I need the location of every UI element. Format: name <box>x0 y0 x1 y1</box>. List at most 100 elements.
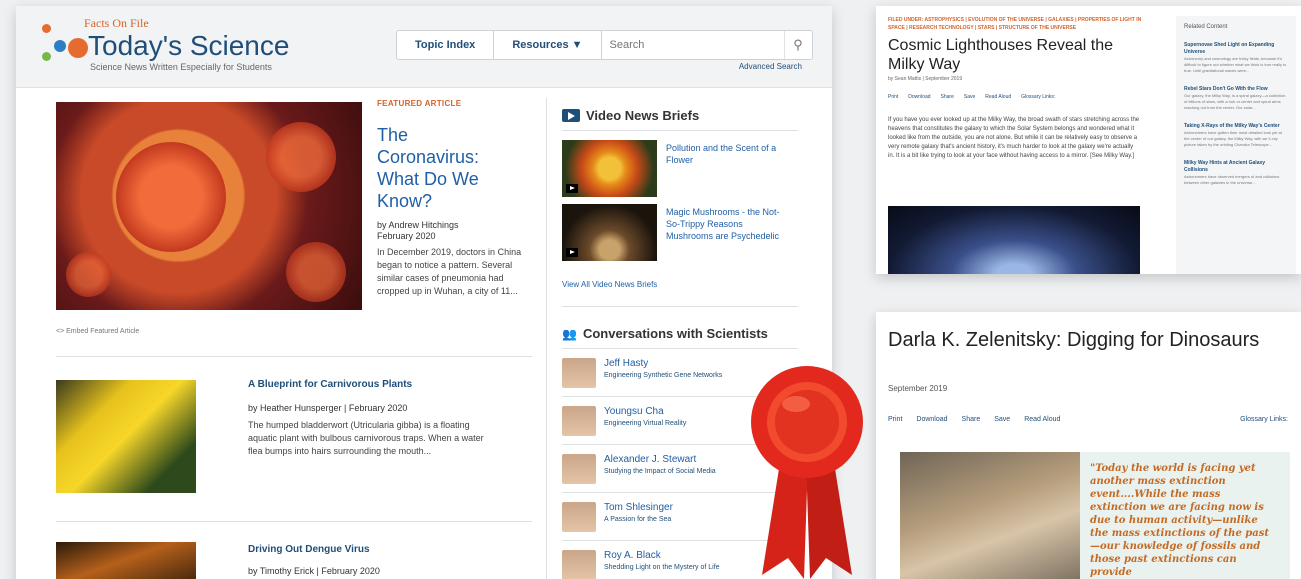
advanced-search-link[interactable]: Advanced Search <box>739 62 802 71</box>
article-title: Darla K. Zelenitsky: Digging for Dinosau… <box>888 329 1260 351</box>
search-box: ⚲ <box>601 31 812 59</box>
play-icon[interactable] <box>566 184 578 193</box>
video-news-heading-text: Video News Briefs <box>586 108 700 123</box>
glossary-links-toggle[interactable]: Glossary Links: <box>1021 94 1055 100</box>
scientist-topic[interactable]: Engineering Virtual Reality <box>604 418 686 429</box>
related-item[interactable]: Supernovae Shed Light on Expanding Unive… <box>1184 42 1288 74</box>
scientist-item[interactable]: Jeff Hasty Engineering Synthetic Gene Net… <box>562 358 722 388</box>
print-button[interactable]: Print <box>888 416 902 423</box>
related-snippet: Our galaxy, the Milky Way, is a spiral g… <box>1184 93 1286 110</box>
scientist-name[interactable]: Tom Shlesinger <box>604 502 673 514</box>
download-button[interactable]: Download <box>908 94 930 100</box>
brand-small: Facts On File <box>84 16 149 30</box>
site-title[interactable]: Today's Science <box>88 30 289 62</box>
related-snippet: Astronomy and cosmology are tricky field… <box>1184 56 1286 73</box>
featured-summary: In December 2019, doctors in China began… <box>377 247 522 296</box>
related-snippet: Astronomers have observed mergers of and… <box>1184 174 1280 185</box>
filed-under[interactable]: FILED UNDER: ASTROPHYSICS | EVOLUTION OF… <box>888 16 1148 32</box>
related-title[interactable]: Taking X-Rays of the Milky Way's Center <box>1184 123 1288 130</box>
download-button[interactable]: Download <box>916 416 947 423</box>
related-content-sidebar: Related Content Supernovae Shed Light on… <box>1176 16 1296 274</box>
play-icon[interactable] <box>566 248 578 257</box>
scientist-topic[interactable]: Shedding Light on the Mystery of Life <box>604 562 720 573</box>
video-title[interactable]: Magic Mushrooms - the Not-So-Trippy Reas… <box>666 206 792 242</box>
divider <box>562 348 798 349</box>
pull-quote: "Today the world is facing yet another m… <box>1090 463 1270 578</box>
featured-label: FEATURED ARTICLE <box>377 99 462 108</box>
featured-date: February 2020 <box>377 231 436 241</box>
related-snippet: Astronomers have gotten their most detai… <box>1184 130 1282 147</box>
conversations-heading-text: Conversations with Scientists <box>582 326 768 341</box>
article-toolbar: Print Download Share Save Read Aloud Glo… <box>888 94 1055 100</box>
scientist-topic[interactable]: A Passion for the Sea <box>604 514 673 525</box>
share-button[interactable]: Share <box>941 94 954 100</box>
print-button[interactable]: Print <box>888 94 898 100</box>
save-button[interactable]: Save <box>994 416 1010 423</box>
column-divider <box>546 98 547 579</box>
related-title[interactable]: Supernovae Shed Light on Expanding Unive… <box>1184 42 1288 56</box>
search-input[interactable] <box>601 31 784 59</box>
view-all-videos-link[interactable]: View All Video News Briefs <box>562 280 657 289</box>
video-thumbnail[interactable] <box>562 140 657 197</box>
logo-icon[interactable] <box>38 18 88 68</box>
video-title[interactable]: Pollution and the Scent of a Flower <box>666 142 792 166</box>
avatar <box>562 406 596 436</box>
article-summary: The humped bladderwort (Utricularia gibb… <box>248 420 484 456</box>
article-title: Cosmic Lighthouses Reveal the Milky Way <box>888 37 1114 73</box>
scientist-item[interactable]: Tom Shlesinger A Passion for the Sea <box>562 502 673 532</box>
scientist-name[interactable]: Jeff Hasty <box>604 358 722 370</box>
article-title[interactable]: Driving Out Dengue Virus <box>248 544 370 555</box>
site-header: Facts On File Today's Science Science Ne… <box>16 6 832 88</box>
galaxy-image <box>888 206 1140 274</box>
related-heading: Related Content <box>1184 24 1228 30</box>
scientist-photo <box>900 452 1080 579</box>
article-date: September 2019 <box>888 384 948 393</box>
related-title[interactable]: Rebel Stars Don't Go With the Flow <box>1184 86 1288 93</box>
search-icon[interactable]: ⚲ <box>783 31 812 59</box>
article-image-plants[interactable] <box>56 380 196 493</box>
divider <box>562 130 798 131</box>
scientist-item[interactable]: Roy A. Black Shedding Light on the Myster… <box>562 550 720 579</box>
article-title[interactable]: A Blueprint for Carnivorous Plants <box>248 379 412 390</box>
scientist-name[interactable]: Alexander J. Stewart <box>604 454 716 466</box>
featured-article-image[interactable] <box>56 102 362 310</box>
article-meta: by Heather Hunsperger | February 2020 <box>248 403 408 413</box>
read-aloud-button[interactable]: Read Aloud <box>985 94 1011 100</box>
featured-meta: by Andrew Hitchings February 2020 <box>377 220 459 242</box>
avatar <box>562 358 596 388</box>
main-page-panel: Facts On File Today's Science Science Ne… <box>16 6 832 579</box>
article-panel-milky-way: FILED UNDER: ASTROPHYSICS | EVOLUTION OF… <box>876 6 1301 274</box>
article-body: If you have you ever looked up at the Mi… <box>888 117 1140 159</box>
nav-resources[interactable]: Resources ▼ <box>494 31 602 59</box>
scientist-topic[interactable]: Studying the Impact of Social Media <box>604 466 716 477</box>
related-item[interactable]: Taking X-Rays of the Milky Way's Center A… <box>1184 123 1288 148</box>
featured-author: by Andrew Hitchings <box>377 220 459 230</box>
article-image-dengue[interactable] <box>56 542 196 579</box>
related-item[interactable]: Milky Way Hints at Ancient Galaxy Collis… <box>1184 160 1288 186</box>
divider <box>56 521 532 522</box>
scientist-item[interactable]: Youngsu Cha Engineering Virtual Reality <box>562 406 686 436</box>
read-aloud-button[interactable]: Read Aloud <box>1024 416 1060 423</box>
avatar <box>562 502 596 532</box>
share-button[interactable]: Share <box>962 416 981 423</box>
scientist-name[interactable]: Roy A. Black <box>604 550 720 562</box>
scientist-name[interactable]: Youngsu Cha <box>604 406 686 418</box>
award-ribbon-icon <box>751 366 863 579</box>
article-byline: by Sean Mattis | September 2019 <box>888 76 963 82</box>
glossary-links-toggle[interactable]: Glossary Links: <box>1240 416 1288 423</box>
related-item[interactable]: Rebel Stars Don't Go With the Flow Our ga… <box>1184 86 1288 111</box>
scientist-item[interactable]: Alexander J. Stewart Studying the Impact … <box>562 454 716 484</box>
avatar <box>562 454 596 484</box>
featured-title[interactable]: The Coronavirus: What Do We Know? <box>377 124 492 212</box>
video-news-heading: Video News Briefs <box>562 108 699 123</box>
conversations-heading: 👥 Conversations with Scientists <box>562 326 768 341</box>
save-button[interactable]: Save <box>964 94 975 100</box>
related-title[interactable]: Milky Way Hints at Ancient Galaxy Collis… <box>1184 160 1288 174</box>
scientist-topic[interactable]: Engineering Synthetic Gene Networks <box>604 370 722 381</box>
site-tagline: Science News Written Especially for Stud… <box>90 62 272 72</box>
embed-featured-link[interactable]: <> Embed Featured Article <box>56 328 139 335</box>
quote-box: "Today the world is facing yet another m… <box>900 452 1290 579</box>
nav-topic-index[interactable]: Topic Index <box>397 31 495 59</box>
article-panel-zelenitsky: Darla K. Zelenitsky: Digging for Dinosau… <box>876 312 1301 579</box>
video-thumbnail[interactable] <box>562 204 657 261</box>
